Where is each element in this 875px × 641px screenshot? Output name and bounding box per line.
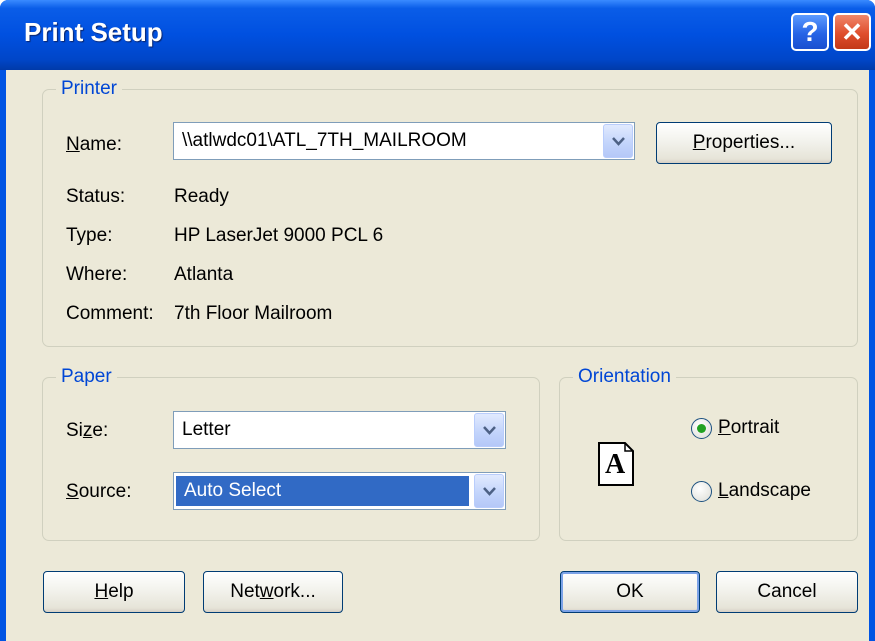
- printer-group: Printer Name: \\atlwdc01\ATL_7TH_MAILROO…: [42, 76, 858, 347]
- paper-size-dropdown-button[interactable]: [474, 413, 504, 447]
- paper-source-value: Auto Select: [176, 476, 469, 506]
- cancel-button[interactable]: Cancel: [716, 571, 858, 613]
- where-label: Where:: [66, 264, 128, 285]
- size-label-accel: z: [82, 420, 93, 441]
- landscape-accel: L: [718, 480, 729, 501]
- printer-name-dropdown-button[interactable]: [603, 124, 633, 158]
- name-label-accel: N: [66, 134, 80, 155]
- help-accel: H: [94, 581, 109, 602]
- question-icon: ?: [801, 16, 819, 47]
- network-label-post: ork...: [273, 581, 316, 602]
- comment-label: Comment:: [66, 303, 154, 324]
- network-label-pre: Net: [230, 581, 260, 602]
- portrait-label[interactable]: Portrait: [718, 416, 779, 440]
- name-label-post: ame:: [79, 134, 122, 155]
- type-value: HP LaserJet 9000 PCL 6: [174, 225, 384, 246]
- ok-label: OK: [616, 581, 644, 602]
- paper-group-label: Paper: [56, 364, 117, 390]
- paper-size-dropdown[interactable]: Letter: [173, 411, 506, 449]
- paper-size-value: Letter: [182, 419, 231, 440]
- size-label: Size:: [66, 419, 108, 443]
- portrait-accel: P: [718, 417, 731, 438]
- paper-source-dropdown[interactable]: Auto Select: [173, 472, 506, 510]
- help-button[interactable]: Help: [43, 571, 185, 613]
- landscape-radio[interactable]: [691, 481, 712, 502]
- cancel-label: Cancel: [757, 581, 817, 602]
- properties-accel: P: [692, 132, 706, 153]
- where-value: Atlanta: [174, 264, 234, 285]
- page-icon-letter: A: [605, 449, 626, 480]
- paper-source-dropdown-button[interactable]: [474, 474, 504, 508]
- chevron-down-icon: [483, 426, 496, 435]
- page-orientation-icon: A: [598, 442, 634, 486]
- source-label-accel: S: [66, 481, 79, 502]
- portrait-label-text: ortrait: [730, 417, 780, 438]
- source-label: Source:: [66, 480, 132, 504]
- radio-selected-dot: [697, 424, 706, 433]
- type-label: Type:: [66, 225, 113, 246]
- paper-group: Paper Size: Letter Source: Auto Select: [42, 364, 540, 541]
- landscape-label-text: andscape: [728, 480, 811, 501]
- landscape-label[interactable]: Landscape: [718, 479, 811, 503]
- printer-name-value: \\atlwdc01\ATL_7TH_MAILROOM: [182, 130, 467, 151]
- status-value: Ready: [174, 186, 229, 207]
- chevron-down-icon: [612, 137, 625, 146]
- orientation-group-label: Orientation: [573, 364, 676, 390]
- close-button[interactable]: ✕: [833, 13, 871, 51]
- printer-group-label: Printer: [56, 76, 122, 102]
- size-label-pre: Si: [66, 420, 83, 441]
- name-label: Name:: [66, 133, 122, 157]
- size-label-post: e:: [92, 420, 109, 441]
- comment-value: 7th Floor Mailroom: [174, 303, 333, 324]
- title-bar[interactable]: Print Setup ? ✕: [0, 0, 875, 70]
- window-title: Print Setup: [24, 17, 163, 47]
- ok-button[interactable]: OK: [560, 571, 700, 613]
- source-label-post: ource:: [78, 481, 132, 502]
- network-accel: w: [259, 581, 274, 602]
- properties-button[interactable]: Properties...: [656, 122, 832, 164]
- properties-label: roperties...: [705, 132, 796, 153]
- chevron-down-icon: [483, 487, 496, 496]
- portrait-radio[interactable]: [691, 418, 712, 439]
- help-title-button[interactable]: ?: [791, 13, 829, 51]
- status-label: Status:: [66, 186, 126, 207]
- orientation-group: Orientation A Portrait Landscape: [559, 364, 858, 541]
- print-setup-window: Print Setup ? ✕ Printer Name: \\atlwdc01…: [0, 0, 875, 641]
- close-icon: ✕: [841, 17, 863, 47]
- printer-name-dropdown[interactable]: \\atlwdc01\ATL_7TH_MAILROOM: [173, 122, 635, 160]
- dialog-body: Printer Name: \\atlwdc01\ATL_7TH_MAILROO…: [6, 70, 869, 641]
- network-button[interactable]: Network...: [203, 571, 343, 613]
- help-label: elp: [108, 581, 134, 602]
